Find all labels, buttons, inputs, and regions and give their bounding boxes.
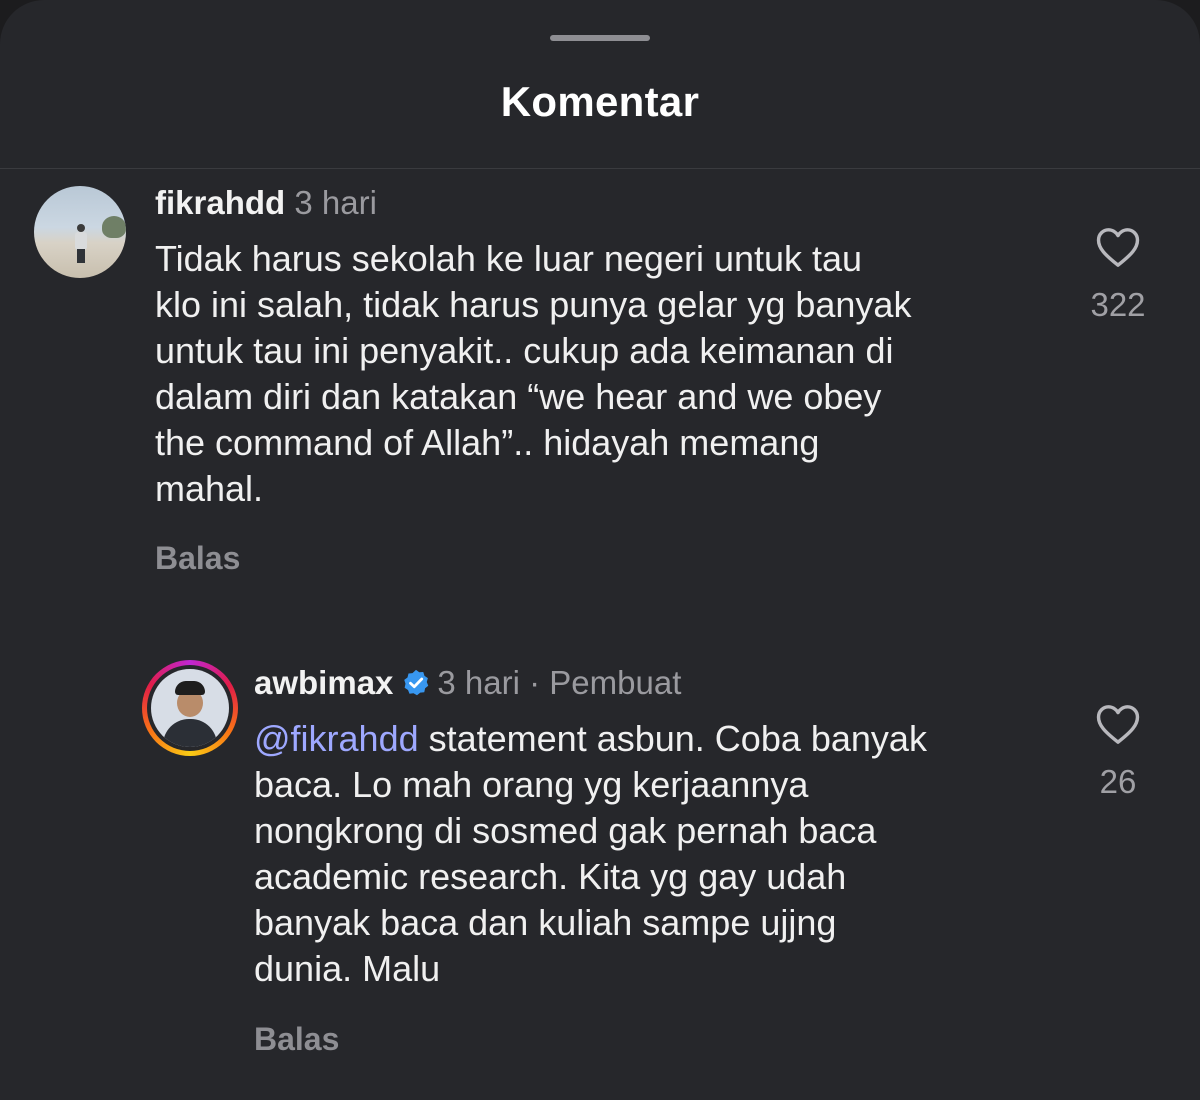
story-ring[interactable] [142,660,238,756]
avatar-figure-shape [77,224,85,232]
comment-line: dalam diri dan katakan “we hear and we o… [155,376,882,417]
heart-outline-icon[interactable] [1095,703,1141,745]
comment-line: nongkrong di sosmed gak pernah baca [254,810,877,851]
avatar[interactable] [151,669,229,747]
comment-line: untuk tau ini penyakit.. cukup ada keima… [155,330,894,371]
page-title: Komentar [500,78,700,125]
comment-line: the command of Allah”.. hidayah memang [155,422,820,463]
comment-line: klo ini salah, tidak harus punya gelar y… [155,284,912,325]
like-control: 26 [1073,703,1163,801]
comment-line: mahal. [155,468,264,509]
comment-header: awbimax 3 hari · Pembuat [254,664,681,706]
comment-line: banyak baca dan kuliah sampe ujjng [254,902,837,943]
comment-username[interactable]: awbimax [254,664,393,701]
avatar-tree-shape [102,216,126,238]
creator-tag: · Pembuat [529,664,682,701]
comment-timestamp: 3 hari [294,184,377,221]
avatar[interactable] [34,186,126,278]
heart-outline-icon[interactable] [1095,226,1141,268]
comment-line: @fikrahdd statement asbun. Coba banyak [254,716,927,762]
mention-link[interactable]: @fikrahdd [254,718,419,759]
comment-line-text: statement asbun. Coba banyak [418,718,927,759]
reply-button[interactable]: Balas [155,540,240,577]
comment-line: dunia. Malu [254,948,441,989]
reply-button[interactable]: Balas [254,1021,339,1058]
like-count: 322 [1090,286,1146,323]
header-divider [0,168,1200,169]
like-count: 26 [1099,763,1137,800]
comment-text: @fikrahdd statement asbun. Coba banyak b… [254,716,927,992]
sheet-grabber-handle[interactable] [550,35,650,41]
comments-sheet: Komentar fikrahdd 3 hari Tidak harus sek… [0,0,1200,1100]
comment-username[interactable]: fikrahdd [155,184,285,221]
like-control: 322 [1073,226,1163,324]
comment-line: Tidak harus sekolah ke luar negeri untuk… [155,238,863,279]
comment-text: Tidak harus sekolah ke luar negeri untuk… [155,236,911,512]
comment-timestamp: 3 hari [437,664,520,701]
comment-line: baca. Lo mah orang yg kerjaannya [254,764,809,805]
comment-header: fikrahdd 3 hari [155,184,377,222]
verified-badge-icon [401,668,431,706]
comment-line: academic research. Kita yg gay udah [254,856,847,897]
